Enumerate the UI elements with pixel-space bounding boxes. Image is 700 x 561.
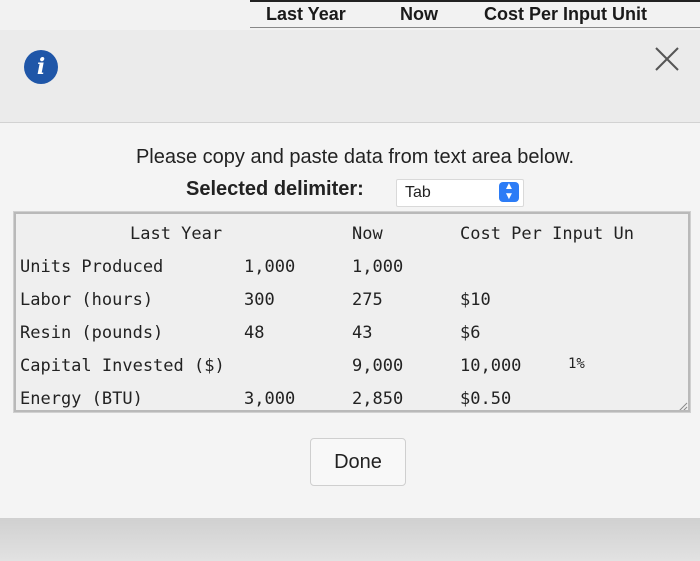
close-icon[interactable] bbox=[652, 44, 682, 74]
column-header-cost-per-input-unit: Cost Per Input Unit bbox=[484, 4, 647, 24]
header-top-rule bbox=[250, 0, 700, 2]
column-header-last-year: Last Year bbox=[266, 4, 346, 24]
row-label-energy: Energy (BTU) bbox=[20, 389, 143, 409]
row-last-year: 3,000 bbox=[244, 389, 296, 409]
row-cost: 10,000 bbox=[460, 356, 522, 376]
row-label-labor: Labor (hours) bbox=[20, 290, 154, 310]
textarea-header-last-year: Last Year bbox=[130, 224, 223, 244]
done-button[interactable]: Done bbox=[310, 438, 406, 486]
dialog-title-bar: i bbox=[0, 30, 700, 123]
page-background-below-dialog bbox=[0, 518, 700, 561]
column-header-now: Now bbox=[400, 4, 438, 24]
row-label-capital-invested: Capital Invested ($) bbox=[20, 356, 225, 376]
row-last-year: 300 bbox=[244, 290, 275, 310]
row-now: 9,000 bbox=[352, 356, 404, 376]
info-icon: i bbox=[24, 50, 58, 84]
row-last-year: 48 bbox=[244, 323, 265, 343]
row-label-units-produced: Units Produced bbox=[20, 257, 164, 277]
row-extra: 1% bbox=[568, 356, 585, 372]
resize-grip-icon[interactable] bbox=[676, 398, 688, 410]
chevron-updown-icon: ▲ ▼ bbox=[499, 182, 519, 202]
data-textarea[interactable]: Last Year Now Cost Per Input Un Units Pr… bbox=[13, 211, 691, 413]
row-cost: $10 bbox=[460, 290, 491, 310]
textarea-header-now: Now bbox=[352, 224, 383, 244]
row-cost: $6 bbox=[460, 323, 481, 343]
delimiter-selected-value: Tab bbox=[405, 184, 431, 201]
row-now: 43 bbox=[352, 323, 373, 343]
instruction-text: Please copy and paste data from text are… bbox=[135, 146, 575, 168]
textarea-header-cost: Cost Per Input Un bbox=[460, 224, 634, 244]
delimiter-select[interactable]: Tab ▲ ▼ bbox=[396, 179, 524, 207]
copy-paste-dialog: i Please copy and paste data from text a… bbox=[0, 30, 700, 518]
background-table-header: Last Year Now Cost Per Input Unit bbox=[0, 0, 700, 30]
row-label-resin: Resin (pounds) bbox=[20, 323, 164, 343]
header-bottom-rule bbox=[250, 27, 700, 28]
row-now: 1,000 bbox=[352, 257, 404, 277]
row-now: 2,850 bbox=[352, 389, 404, 409]
row-now: 275 bbox=[352, 290, 383, 310]
row-cost: $0.50 bbox=[460, 389, 512, 409]
delimiter-label: Selected delimiter: bbox=[186, 178, 364, 200]
row-last-year: 1,000 bbox=[244, 257, 296, 277]
